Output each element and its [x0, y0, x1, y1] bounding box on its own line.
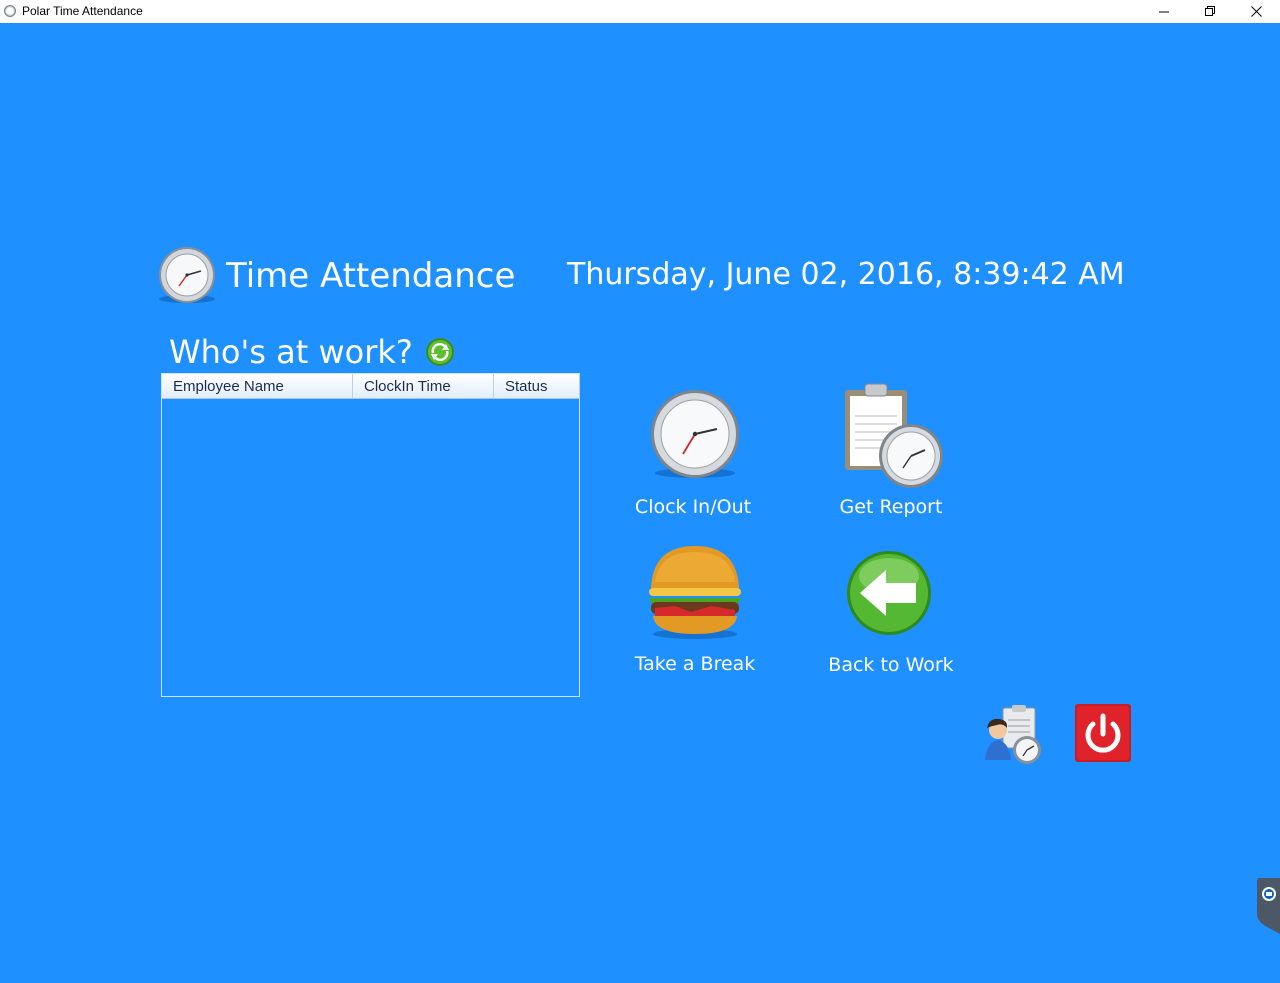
take-break-button[interactable]: Take a Break — [630, 542, 760, 677]
user-timesheet-icon[interactable] — [983, 704, 1045, 766]
close-button[interactable] — [1233, 0, 1279, 23]
green-back-arrow-icon — [847, 551, 931, 635]
burger-icon — [649, 546, 741, 639]
minimize-button[interactable] — [1141, 0, 1187, 23]
column-clockin-time[interactable]: ClockIn Time — [353, 374, 494, 398]
get-report-label: Get Report — [839, 496, 943, 518]
column-employee-name[interactable]: Employee Name — [162, 374, 353, 398]
restore-icon — [1204, 6, 1215, 16]
clock-in-out-label: Clock In/Out — [634, 496, 752, 518]
who-at-work-table[interactable]: Employee Name ClockIn Time Status — [161, 373, 580, 697]
timesheet-clock-icon — [845, 383, 943, 488]
column-status[interactable]: Status — [494, 374, 580, 398]
minimize-icon — [1158, 11, 1169, 13]
who-at-work-title: Who's at work? — [169, 333, 413, 371]
clock-icon — [651, 390, 739, 478]
close-icon — [1250, 6, 1262, 17]
restore-button[interactable] — [1187, 0, 1233, 23]
app-title: Time Attendance — [226, 256, 516, 296]
window-title: Polar Time Attendance — [22, 4, 143, 18]
back-to-work-label: Back to Work — [828, 654, 954, 676]
refresh-icon[interactable] — [425, 337, 455, 367]
app-clock-icon — [4, 5, 16, 17]
table-header: Employee Name ClockIn Time Status — [162, 374, 580, 399]
window-titlebar: Polar Time Attendance — [0, 0, 1280, 23]
take-break-label: Take a Break — [634, 653, 756, 675]
power-icon[interactable] — [1075, 704, 1133, 762]
clock-icon — [159, 247, 215, 303]
back-to-work-button[interactable]: Back to Work — [826, 548, 956, 678]
remote-support-tab[interactable] — [1255, 878, 1280, 934]
clock-in-out-button[interactable]: Clock In/Out — [628, 388, 758, 523]
current-datetime: Thursday, June 02, 2016, 8:39:42 AM — [567, 257, 1125, 292]
get-report-button[interactable]: Get Report — [826, 378, 956, 523]
